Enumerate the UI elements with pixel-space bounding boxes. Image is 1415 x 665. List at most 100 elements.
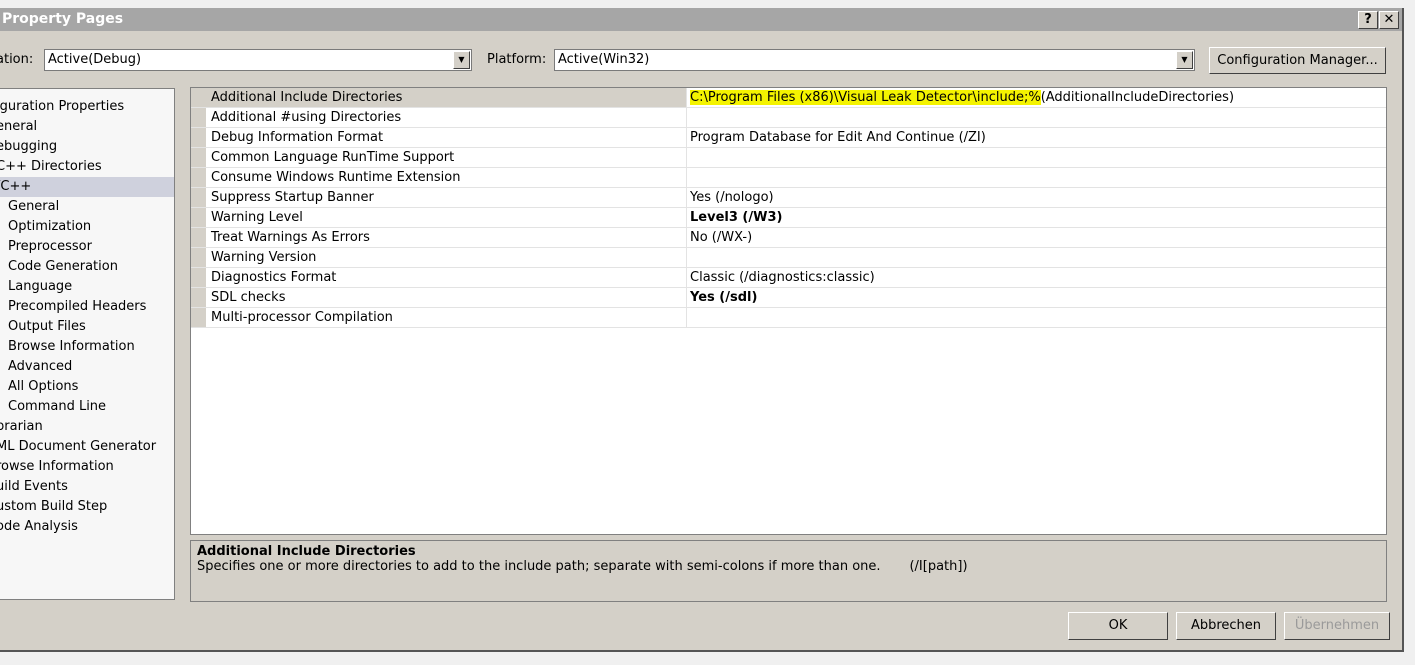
tree-item[interactable]: eneral [0,117,174,137]
cancel-button[interactable]: Abbrechen [1176,612,1276,640]
property-name: Suppress Startup Banner [206,188,687,207]
property-value-text: Yes (/sdl) [690,290,758,305]
property-value-text: (AdditionalIncludeDirectories) [1040,90,1235,105]
row-gutter [191,128,206,147]
tree-item[interactable]: Precompiled Headers [0,297,174,317]
property-name: Common Language RunTime Support [206,148,687,167]
property-value[interactable]: Yes (/nologo) [687,188,774,207]
property-value[interactable]: Classic (/diagnostics:classic) [687,268,875,287]
configuration-manager-button[interactable]: Configuration Manager... [1209,47,1386,74]
tree-item[interactable]: Optimization [0,217,174,237]
property-row[interactable]: Consume Windows Runtime Extension [191,168,1386,188]
property-grid: Additional Include Directories C:\Program… [190,87,1387,535]
property-value-text: Yes (/nologo) [690,190,774,205]
property-row[interactable]: SDL checks Yes (/sdl) [191,288,1386,308]
tree-item[interactable]: Preprocessor [0,237,174,257]
property-name: Additional Include Directories [206,88,687,107]
tree-item[interactable]: ebugging [0,137,174,157]
property-row[interactable]: Debug Information Format Program Database… [191,128,1386,148]
tree-item[interactable]: brarian [0,417,174,437]
row-gutter [191,208,206,227]
property-row[interactable]: Diagnostics Format Classic (/diagnostics:… [191,268,1386,288]
description-switch: (/I[path]) [909,559,968,574]
tree-item[interactable]: uild Events [0,477,174,497]
window-title: Property Pages [2,11,124,27]
configuration-label: ation: [0,52,34,67]
property-row[interactable]: Multi-processor Compilation [191,308,1386,328]
tree-item[interactable]: All Options [0,377,174,397]
property-value[interactable] [687,308,690,327]
close-button[interactable]: ✕ [1379,11,1399,29]
property-row[interactable]: Suppress Startup Banner Yes (/nologo) [191,188,1386,208]
configuration-value: Active(Debug) [48,52,142,67]
property-value[interactable] [687,248,690,267]
row-gutter [191,108,206,127]
property-value[interactable]: No (/WX-) [687,228,752,247]
property-name: Debug Information Format [206,128,687,147]
tree-item[interactable]: /C++ [0,177,174,197]
description-text: Specifies one or more directories to add… [197,559,881,574]
row-gutter [191,168,206,187]
title-bar: Property Pages ? ✕ [0,8,1402,31]
property-tree: iguration Properties eneral ebugging C++ Di… [0,88,175,600]
row-gutter [191,268,206,287]
property-value-text: Classic (/diagnostics:classic) [690,270,875,285]
property-value-text: No (/WX-) [690,230,753,245]
tree-item[interactable]: C++ Directories [0,157,174,177]
property-name: Warning Level [206,208,687,227]
property-row[interactable]: Treat Warnings As Errors No (/WX-) [191,228,1386,248]
chevron-down-icon[interactable]: ▼ [1176,51,1193,69]
platform-label: Platform: [487,52,547,67]
tree-item[interactable]: Output Files [0,317,174,337]
platform-select[interactable]: Active(Win32) ▼ [554,49,1195,71]
property-value[interactable]: Level3 (/W3) [687,208,782,227]
property-value-text: Program Database for Edit And Continue (… [690,130,986,145]
apply-button[interactable]: Übernehmen [1284,612,1390,640]
platform-value: Active(Win32) [558,52,650,67]
tree-item[interactable]: Code Generation [0,257,174,277]
property-value-text: Level3 (/W3) [690,210,783,225]
property-value[interactable] [687,108,690,127]
help-button[interactable]: ? [1358,11,1378,29]
property-name: Diagnostics Format [206,268,687,287]
tree-item[interactable]: ode Analysis [0,517,174,537]
row-gutter [191,308,206,327]
property-name: Multi-processor Compilation [206,308,687,327]
row-gutter [191,288,206,307]
tree-item[interactable]: iguration Properties [0,97,174,117]
tree-item[interactable]: Language [0,277,174,297]
tree-item[interactable]: Command Line [0,397,174,417]
description-title: Additional Include Directories [197,544,416,559]
property-value[interactable]: Yes (/sdl) [687,288,757,307]
property-name: Consume Windows Runtime Extension [206,168,687,187]
tree-item[interactable]: ustom Build Step [0,497,174,517]
description-panel: Additional Include Directories Specifies… [190,540,1387,602]
property-pages-dialog: Property Pages ? ✕ ation: Active(Debug) ▼… [0,8,1404,652]
property-name: SDL checks [206,288,687,307]
property-value[interactable] [687,148,690,167]
property-value[interactable]: C:\Program Files (x86)\Visual Leak Detec… [687,88,1234,107]
highlighted-value: C:\Program Files (x86)\Visual Leak Detec… [690,90,1041,105]
tree-item[interactable]: Advanced [0,357,174,377]
configuration-select[interactable]: Active(Debug) ▼ [44,49,472,71]
ok-button[interactable]: OK [1068,612,1168,640]
tree-item[interactable]: Browse Information [0,337,174,357]
tree-item[interactable]: General [0,197,174,217]
property-row[interactable]: Warning Level Level3 (/W3) [191,208,1386,228]
property-row[interactable]: Additional Include Directories C:\Program… [191,88,1386,108]
row-gutter [191,188,206,207]
row-gutter [191,88,206,107]
property-value[interactable]: Program Database for Edit And Continue (… [687,128,986,147]
row-gutter [191,228,206,247]
tree-item[interactable]: rowse Information [0,457,174,477]
tree-item[interactable]: ML Document Generator [0,437,174,457]
row-gutter [191,148,206,167]
property-name: Additional #using Directories [206,108,687,127]
property-name: Treat Warnings As Errors [206,228,687,247]
property-value[interactable] [687,168,690,187]
property-row[interactable]: Common Language RunTime Support [191,148,1386,168]
property-row[interactable]: Warning Version [191,248,1386,268]
chevron-down-icon[interactable]: ▼ [453,51,470,69]
property-row[interactable]: Additional #using Directories [191,108,1386,128]
property-name: Warning Version [206,248,687,267]
